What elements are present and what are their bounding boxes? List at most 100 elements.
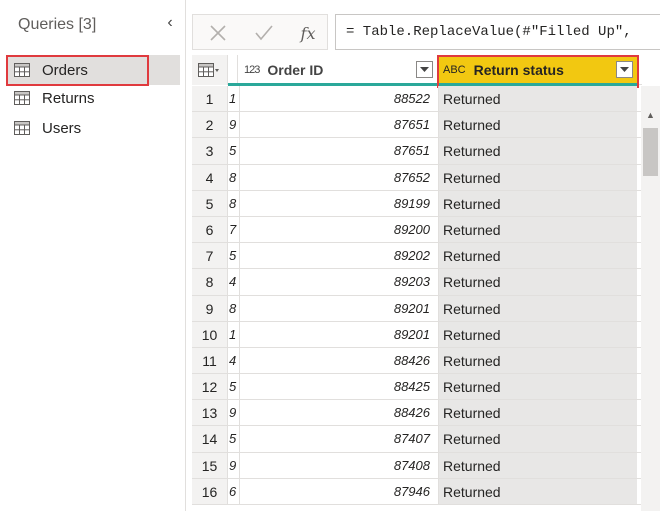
cell-previous[interactable]: 8 <box>228 190 240 216</box>
table-row[interactable]: 10 1 89201 Returned <box>192 321 642 348</box>
table-row[interactable]: 8 4 89203 Returned <box>192 269 642 296</box>
cell-return-status[interactable]: Returned <box>439 164 637 190</box>
cell-order-id[interactable]: 88425 <box>240 374 439 400</box>
vertical-scrollbar[interactable]: ▲ <box>641 86 660 511</box>
cell-return-status[interactable]: Returned <box>439 216 637 243</box>
cell-previous[interactable]: 5 <box>228 374 240 400</box>
table-row[interactable]: 14 5 87407 Returned <box>192 426 642 453</box>
cell-order-id[interactable]: 89201 <box>240 321 439 347</box>
query-item-users[interactable]: Users <box>6 113 180 143</box>
table-icon <box>14 63 30 77</box>
queries-header: Queries [3] <box>18 16 97 33</box>
scroll-up-icon[interactable]: ▲ <box>641 108 660 122</box>
cell-return-status[interactable]: Returned <box>439 112 637 138</box>
column-filter-button[interactable] <box>416 61 433 78</box>
table-icon <box>198 63 219 77</box>
cell-order-id[interactable]: 88522 <box>240 86 439 112</box>
cancel-icon[interactable] <box>199 15 237 51</box>
table-row[interactable]: 6 7 89200 Returned <box>192 216 642 244</box>
table-menu-button[interactable] <box>192 55 228 85</box>
row-number: 4 <box>192 164 228 190</box>
cell-previous[interactable]: 9 <box>228 112 240 138</box>
fx-icon[interactable]: fx <box>289 15 327 51</box>
cell-return-status[interactable]: Returned <box>439 478 637 504</box>
cell-order-id[interactable]: 89199 <box>240 190 439 216</box>
row-number: 12 <box>192 374 228 400</box>
cell-order-id[interactable]: 87651 <box>240 112 439 138</box>
cell-order-id[interactable]: 87652 <box>240 164 439 190</box>
table-row[interactable]: 1 1 88522 Returned <box>192 86 642 113</box>
row-number: 1 <box>192 86 228 112</box>
table-row[interactable]: 4 8 87652 Returned <box>192 164 642 191</box>
cell-return-status[interactable]: Returned <box>439 190 637 216</box>
cell-order-id[interactable]: 88426 <box>240 347 439 374</box>
table-row[interactable]: 16 6 87946 Returned <box>192 478 642 505</box>
cell-return-status[interactable]: Returned <box>439 243 637 269</box>
cell-previous[interactable]: 1 <box>228 321 240 347</box>
row-number: 11 <box>192 347 228 374</box>
formula-buttons: fx <box>192 14 328 50</box>
cell-order-id[interactable]: 87946 <box>240 478 439 504</box>
table-row[interactable]: 12 5 88425 Returned <box>192 374 642 401</box>
formula-input[interactable]: = Table.ReplaceValue(#"Filled Up", <box>335 14 660 50</box>
table-row[interactable]: 11 4 88426 Returned <box>192 347 642 375</box>
chevron-left-icon[interactable]: ‹ <box>162 14 178 32</box>
table-row[interactable]: 5 8 89199 Returned <box>192 190 642 217</box>
table-row[interactable]: 2 9 87651 Returned <box>192 112 642 139</box>
cell-previous[interactable]: 5 <box>228 426 240 452</box>
query-label: Returns <box>42 89 95 107</box>
column-filter-button[interactable] <box>616 61 633 78</box>
cell-return-status[interactable]: Returned <box>439 347 637 374</box>
query-label: Users <box>42 119 82 137</box>
cell-return-status[interactable]: Returned <box>439 452 637 478</box>
cell-order-id[interactable]: 89203 <box>240 269 439 295</box>
cell-order-id[interactable]: 88426 <box>240 400 439 426</box>
scrollbar-thumb[interactable] <box>643 128 658 176</box>
cell-previous[interactable]: 5 <box>228 138 240 164</box>
cell-return-status[interactable]: Returned <box>439 426 637 452</box>
chevron-down-icon <box>620 66 629 72</box>
checkmark-icon[interactable] <box>245 15 283 51</box>
column-header-return-status[interactable]: ABC Return status <box>439 55 637 85</box>
cell-return-status[interactable]: Returned <box>439 269 637 295</box>
cell-previous[interactable]: 7 <box>228 216 240 243</box>
column-header-previous[interactable] <box>228 55 238 85</box>
cell-return-status[interactable]: Returned <box>439 86 637 112</box>
cell-return-status[interactable]: Returned <box>439 400 637 426</box>
cell-previous[interactable]: 9 <box>228 452 240 478</box>
table-row[interactable]: 3 5 87651 Returned <box>192 138 642 165</box>
query-item-returns[interactable]: Returns <box>6 83 180 113</box>
table-row[interactable]: 15 9 87408 Returned <box>192 452 642 479</box>
table-row[interactable]: 9 8 89201 Returned <box>192 295 642 322</box>
cell-order-id[interactable]: 87407 <box>240 426 439 452</box>
cell-previous[interactable]: 4 <box>228 269 240 295</box>
cell-order-id[interactable]: 89201 <box>240 295 439 321</box>
cell-return-status[interactable]: Returned <box>439 374 637 400</box>
fx-label: fx <box>300 23 316 43</box>
cell-previous[interactable]: 1 <box>228 86 240 112</box>
cell-order-id[interactable]: 87408 <box>240 452 439 478</box>
text-type-icon[interactable]: ABC <box>443 64 466 76</box>
cell-previous[interactable]: 4 <box>228 347 240 374</box>
row-number: 5 <box>192 190 228 216</box>
cell-previous[interactable]: 9 <box>228 400 240 426</box>
cell-return-status[interactable]: Returned <box>439 295 637 321</box>
whole-number-type-icon[interactable]: 123 <box>244 64 260 76</box>
table-row[interactable]: 13 9 88426 Returned <box>192 400 642 427</box>
column-header-order-id[interactable]: 123 Order ID <box>240 55 438 85</box>
cell-previous[interactable]: 8 <box>228 295 240 321</box>
cell-order-id[interactable]: 89202 <box>240 243 439 269</box>
cell-order-id[interactable]: 87651 <box>240 138 439 164</box>
cell-return-status[interactable]: Returned <box>439 321 637 347</box>
formula-bar: fx = Table.ReplaceValue(#"Filled Up", <box>192 14 660 50</box>
table-row[interactable]: 7 5 89202 Returned <box>192 243 642 270</box>
query-item-orders[interactable]: Orders <box>6 55 180 85</box>
table-icon <box>14 121 30 135</box>
cell-return-status[interactable]: Returned <box>439 138 637 164</box>
grid-header: 123 Order ID ABC Return status <box>192 55 642 88</box>
cell-order-id[interactable]: 89200 <box>240 216 439 243</box>
cell-previous[interactable]: 6 <box>228 478 240 504</box>
cell-previous[interactable]: 5 <box>228 243 240 269</box>
cell-previous[interactable]: 8 <box>228 164 240 190</box>
column-name: Order ID <box>267 62 324 78</box>
